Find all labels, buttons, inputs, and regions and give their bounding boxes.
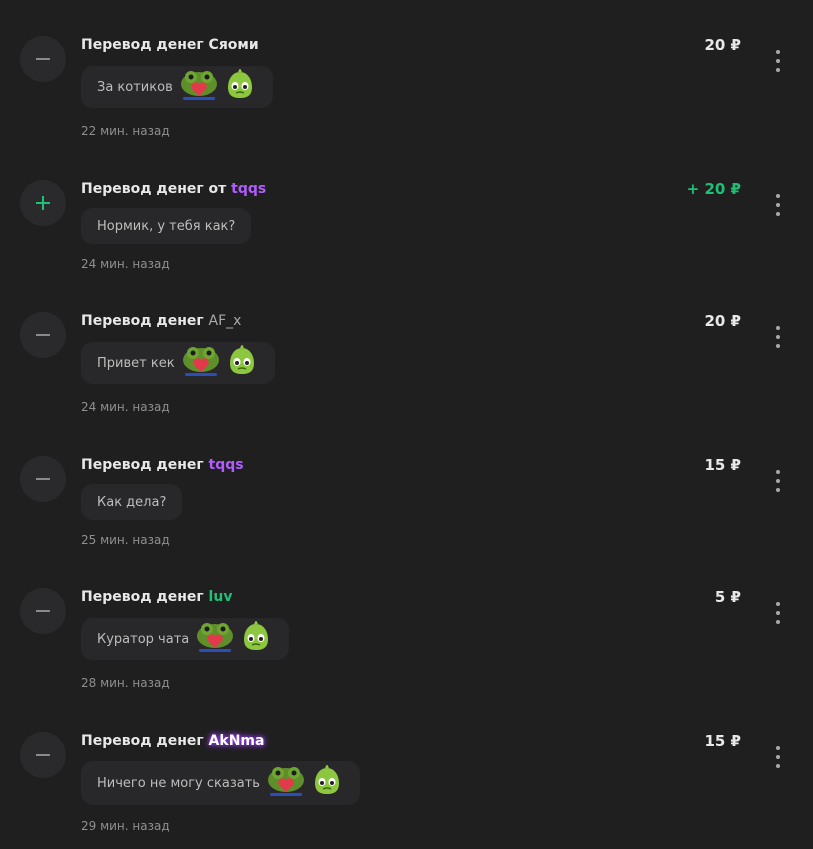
- more-options-icon[interactable]: [770, 470, 786, 492]
- message-text: Ничего не могу сказать: [97, 775, 260, 791]
- transfer-title-prefix: Перевод денег: [81, 589, 204, 605]
- message-bubble: Как дела?: [81, 484, 183, 520]
- transfer-amount: 5 ₽: [714, 588, 741, 606]
- minus-icon: [34, 746, 52, 764]
- transfer-list: Перевод денег Сяоми За котиков 22 мин. н…: [0, 0, 813, 849]
- transfer-title: Перевод денег Сяоми: [81, 36, 259, 54]
- message-text: За котиков: [97, 79, 173, 95]
- transfer-time: 25 мин. назад: [81, 533, 170, 547]
- sender-name[interactable]: Сяоми: [209, 37, 259, 53]
- more-options-icon[interactable]: [770, 50, 786, 72]
- transfer-amount: 15 ₽: [704, 732, 741, 750]
- more-options-icon[interactable]: [770, 602, 786, 624]
- sender-name[interactable]: AkNma: [209, 733, 265, 749]
- transfer-type-badge: [20, 588, 66, 634]
- minus-icon: [34, 470, 52, 488]
- transfer-amount: 15 ₽: [704, 456, 741, 474]
- transfer-title: Перевод денег tqqs: [81, 456, 244, 474]
- transfer-title: Перевод денег luv: [81, 588, 232, 606]
- more-options-icon[interactable]: [770, 746, 786, 768]
- green-blob-sticker: [223, 68, 257, 105]
- green-blob-sticker: [225, 344, 259, 381]
- transfer-title: Перевод денег AkNma: [81, 732, 264, 750]
- transfer-time: 28 мин. назад: [81, 676, 170, 690]
- transfer-time: 22 мин. назад: [81, 124, 170, 138]
- transfer-amount: 20 ₽: [704, 312, 741, 330]
- sticker-group: [175, 68, 257, 105]
- sender-name[interactable]: tqqs: [209, 457, 244, 473]
- message-text: Нормик, у тебя как?: [97, 218, 236, 234]
- green-blob-sticker: [239, 620, 273, 657]
- message-text: Как дела?: [97, 494, 167, 510]
- more-options-icon[interactable]: [770, 194, 786, 216]
- message-bubble: Куратор чата: [81, 618, 290, 660]
- message-bubble: Нормик, у тебя как?: [81, 208, 252, 244]
- sender-name[interactable]: tqqs: [231, 181, 266, 197]
- transfer-title-prefix: Перевод денег: [81, 457, 204, 473]
- transfer-title-prefix: Перевод денег от: [81, 181, 227, 197]
- transfer-time: 29 мин. назад: [81, 819, 170, 833]
- message-text: Привет кек: [97, 355, 175, 371]
- sender-name[interactable]: AF_x: [209, 313, 242, 329]
- transfer-amount: + 20 ₽: [686, 180, 741, 198]
- transfer-title: Перевод денег от tqqs: [81, 180, 266, 198]
- frog-heart-sticker: [181, 345, 221, 381]
- transfer-type-badge: [20, 732, 66, 778]
- transfer-title-prefix: Перевод денег: [81, 37, 204, 53]
- sender-name[interactable]: luv: [209, 589, 233, 605]
- transfer-type-badge: [20, 312, 66, 358]
- transfer-type-badge: [20, 456, 66, 502]
- transfer-title-prefix: Перевод денег: [81, 313, 204, 329]
- transfer-title: Перевод денег AF_x: [81, 312, 241, 330]
- sticker-group: [191, 620, 273, 657]
- sticker-group: [177, 344, 259, 381]
- message-bubble: Ничего не могу сказать: [81, 761, 360, 805]
- transfer-type-badge: [20, 36, 66, 82]
- minus-icon: [34, 602, 52, 620]
- frog-heart-sticker: [195, 621, 235, 657]
- message-bubble: Привет кек: [81, 342, 275, 384]
- message-bubble: За котиков: [81, 66, 273, 108]
- transfer-time: 24 мин. назад: [81, 400, 170, 414]
- plus-icon: [34, 194, 52, 212]
- minus-icon: [34, 50, 52, 68]
- more-options-icon[interactable]: [770, 326, 786, 348]
- green-blob-sticker: [310, 764, 344, 801]
- transfer-time: 24 мин. назад: [81, 257, 170, 271]
- sticker-group: [262, 764, 344, 801]
- transfer-amount: 20 ₽: [704, 36, 741, 54]
- frog-heart-sticker: [179, 69, 219, 105]
- transfer-type-badge: [20, 180, 66, 226]
- message-text: Куратор чата: [97, 631, 190, 647]
- frog-heart-sticker: [266, 765, 306, 801]
- transfer-title-prefix: Перевод денег: [81, 733, 204, 749]
- minus-icon: [34, 326, 52, 344]
